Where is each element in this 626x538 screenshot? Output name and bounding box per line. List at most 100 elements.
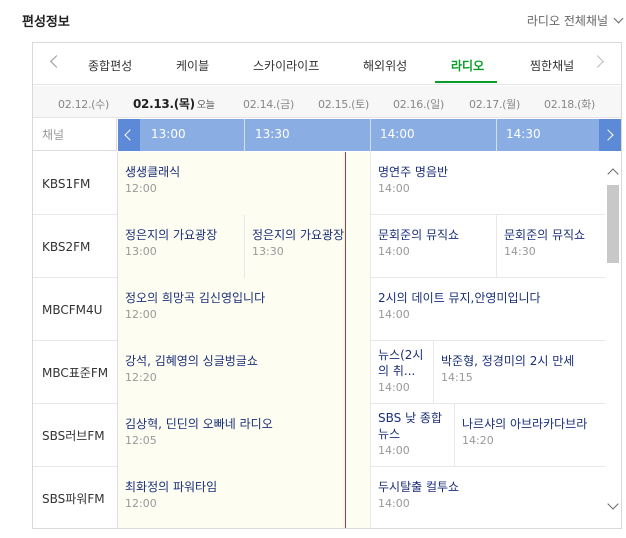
program-cell[interactable]: 두시탈출 컬투쇼 14:00	[371, 467, 605, 528]
time-label: 13:00	[151, 127, 186, 141]
scroll-up-arrow-icon[interactable]	[607, 168, 619, 180]
program-title: 강석, 김혜영의 싱글벙글쇼	[125, 354, 258, 368]
date-item[interactable]: 02.17.(월)	[469, 96, 520, 112]
program-time: 13:30	[252, 245, 284, 258]
channel-row-mbcfm4u: MBCFM4U 정오의 희망곡 김신영입니다 12:00 2시의 데이트 뮤지,…	[33, 278, 605, 341]
program-cell[interactable]: 정오의 희망곡 김신영입니다 12:00	[118, 278, 371, 341]
program-time: 12:00	[125, 308, 157, 321]
date-selector: 02.12.(수) 02.13.(목) 오늘 02.14.(금) 02.15.(토…	[33, 86, 621, 118]
date-item[interactable]: 02.16.(일)	[393, 96, 444, 112]
chevron-down-icon	[613, 13, 624, 24]
program-time: 14:20	[462, 434, 494, 447]
program-title: 박준형, 정경미의 2시 만세	[441, 354, 575, 368]
program-time: 12:20	[125, 371, 157, 384]
page-title: 편성정보	[22, 15, 70, 30]
time-label: 13:30	[255, 127, 290, 141]
time-divider	[244, 119, 245, 151]
program-cell[interactable]: 정은지의 가요광장 13:30	[245, 215, 371, 278]
date-item[interactable]: 02.15.(토)	[318, 96, 369, 112]
program-cell[interactable]: 문회준의 뮤직쇼 14:30	[497, 215, 605, 278]
program-cell[interactable]: 정은지의 가요광장 13:00	[118, 215, 245, 278]
time-divider	[496, 119, 497, 151]
program-title: 문회준의 뮤직쇼	[504, 228, 586, 242]
program-cell[interactable]: 김상혁, 딘딘의 오빠네 라디오 12:05	[118, 404, 371, 467]
channel-name[interactable]: SBS러브FM	[33, 404, 118, 467]
program-cell[interactable]: 강석, 김혜영의 싱글벙글쇼 12:20	[118, 341, 371, 404]
time-bar: 13:00 13:30 14:00 14:30	[118, 119, 621, 151]
program-time: 14:15	[441, 371, 473, 384]
program-cell[interactable]: 최화정의 파워타임 12:00	[118, 467, 371, 528]
program-title: 뉴스(2시의 취...	[378, 348, 424, 378]
schedule-panel: 종합편성 케이블 스카이라이프 해외위성 라디오 찜한채널 02.12.(수) …	[32, 42, 622, 529]
program-cell[interactable]: 나르샤의 아브라카다브라 14:20	[455, 404, 605, 467]
channel-filter-dropdown[interactable]: 라디오 전체채널	[526, 12, 624, 29]
channel-row-kbs1fm: KBS1FM 생생클래식 12:00 명연주 명음반 14:00	[33, 152, 605, 215]
program-title: 두시탈출 컬투쇼	[378, 480, 460, 494]
tab-skylife[interactable]: 스카이라이프	[253, 57, 319, 74]
time-divider	[370, 119, 371, 151]
channel-filter-label: 라디오 전체채널	[526, 14, 608, 28]
channel-row-mbc-standard-fm: MBC표준FM 강석, 김혜영의 싱글벙글쇼 12:20 뉴스(2시의 취...…	[33, 341, 605, 404]
program-time: 14:00	[378, 497, 410, 510]
channel-column-header: 채널	[33, 119, 117, 151]
program-time: 14:00	[378, 245, 410, 258]
program-title: 정은지의 가요광장	[125, 228, 218, 242]
program-time: 14:00	[378, 381, 410, 394]
program-cell[interactable]: 박준형, 정경미의 2시 만세 14:15	[434, 341, 605, 404]
program-time: 12:00	[125, 497, 157, 510]
tabs-prev-arrow-icon[interactable]	[50, 55, 63, 68]
date-label: 02.13.(목)	[133, 97, 195, 111]
channel-row-sbs-love-fm: SBS러브FM 김상혁, 딘딘의 오빠네 라디오 12:05 SBS 낮 종합뉴…	[33, 404, 605, 467]
time-label: 14:00	[380, 127, 415, 141]
program-title: 김상혁, 딘딘의 오빠네 라디오	[125, 417, 273, 431]
schedule-grid: KBS1FM 생생클래식 12:00 명연주 명음반 14:00 KBS2FM …	[33, 152, 605, 528]
program-title: 정오의 희망곡 김신영입니다	[125, 291, 266, 305]
program-cell[interactable]: SBS 낮 종합뉴스 14:00	[371, 404, 455, 467]
date-item-active[interactable]: 02.13.(목) 오늘	[133, 95, 215, 112]
date-item[interactable]: 02.12.(수)	[58, 96, 109, 112]
program-time: 12:05	[125, 434, 157, 447]
scroll-down-arrow-icon[interactable]	[607, 498, 619, 510]
date-item[interactable]: 02.14.(금)	[243, 96, 294, 112]
program-title: SBS 낮 종합뉴스	[378, 411, 443, 441]
chevron-left-icon	[124, 129, 136, 141]
tab-favorites[interactable]: 찜한채널	[530, 57, 574, 74]
program-title: 명연주 명음반	[378, 165, 449, 179]
date-item[interactable]: 02.18.(화)	[544, 96, 595, 112]
program-time: 14:00	[378, 444, 410, 457]
program-cell[interactable]: 뉴스(2시의 취... 14:00	[371, 341, 434, 404]
program-title: 정은지의 가요광장	[252, 228, 345, 242]
program-cell[interactable]: 생생클래식 12:00	[118, 152, 371, 215]
tab-radio[interactable]: 라디오	[451, 57, 484, 74]
current-time-line	[345, 152, 346, 528]
program-time: 14:00	[378, 308, 410, 321]
channel-name[interactable]: MBC표준FM	[33, 341, 118, 404]
today-label: 오늘	[196, 100, 215, 111]
program-cell[interactable]: 명연주 명음반 14:00	[371, 152, 605, 215]
program-title: 최화정의 파워타임	[125, 480, 218, 494]
channel-row-sbs-power-fm: SBS파워FM 최화정의 파워타임 12:00 두시탈출 컬투쇼 14:00	[33, 467, 605, 528]
program-cell[interactable]: 문회준의 뮤직쇼 14:00	[371, 215, 497, 278]
program-cell[interactable]: 2시의 데이트 뮤지,안영미입니다 14:00	[371, 278, 605, 341]
time-prev-button[interactable]	[118, 119, 140, 151]
program-time: 13:00	[125, 245, 157, 258]
chevron-right-icon	[602, 129, 614, 141]
time-next-button[interactable]	[599, 119, 621, 151]
category-tabs: 종합편성 케이블 스카이라이프 해외위성 라디오 찜한채널	[33, 43, 621, 85]
program-time: 14:30	[504, 245, 536, 258]
channel-row-kbs2fm: KBS2FM 정은지의 가요광장 13:00 정은지의 가요광장 13:30 문…	[33, 215, 605, 278]
active-tab-indicator	[435, 81, 497, 83]
channel-name[interactable]: KBS1FM	[33, 152, 118, 215]
tabs-next-arrow-icon[interactable]	[591, 55, 604, 68]
channel-name[interactable]: KBS2FM	[33, 215, 118, 278]
program-title: 문회준의 뮤직쇼	[378, 228, 460, 242]
program-time: 14:00	[378, 182, 410, 195]
channel-name[interactable]: SBS파워FM	[33, 467, 118, 528]
tab-overseas[interactable]: 해외위성	[363, 57, 407, 74]
program-title: 2시의 데이트 뮤지,안영미입니다	[378, 291, 541, 305]
channel-name[interactable]: MBCFM4U	[33, 278, 118, 341]
tab-general[interactable]: 종합편성	[88, 57, 132, 74]
vertical-scrollbar[interactable]	[605, 152, 621, 528]
scrollbar-thumb[interactable]	[607, 185, 619, 263]
tab-cable[interactable]: 케이블	[176, 57, 209, 74]
